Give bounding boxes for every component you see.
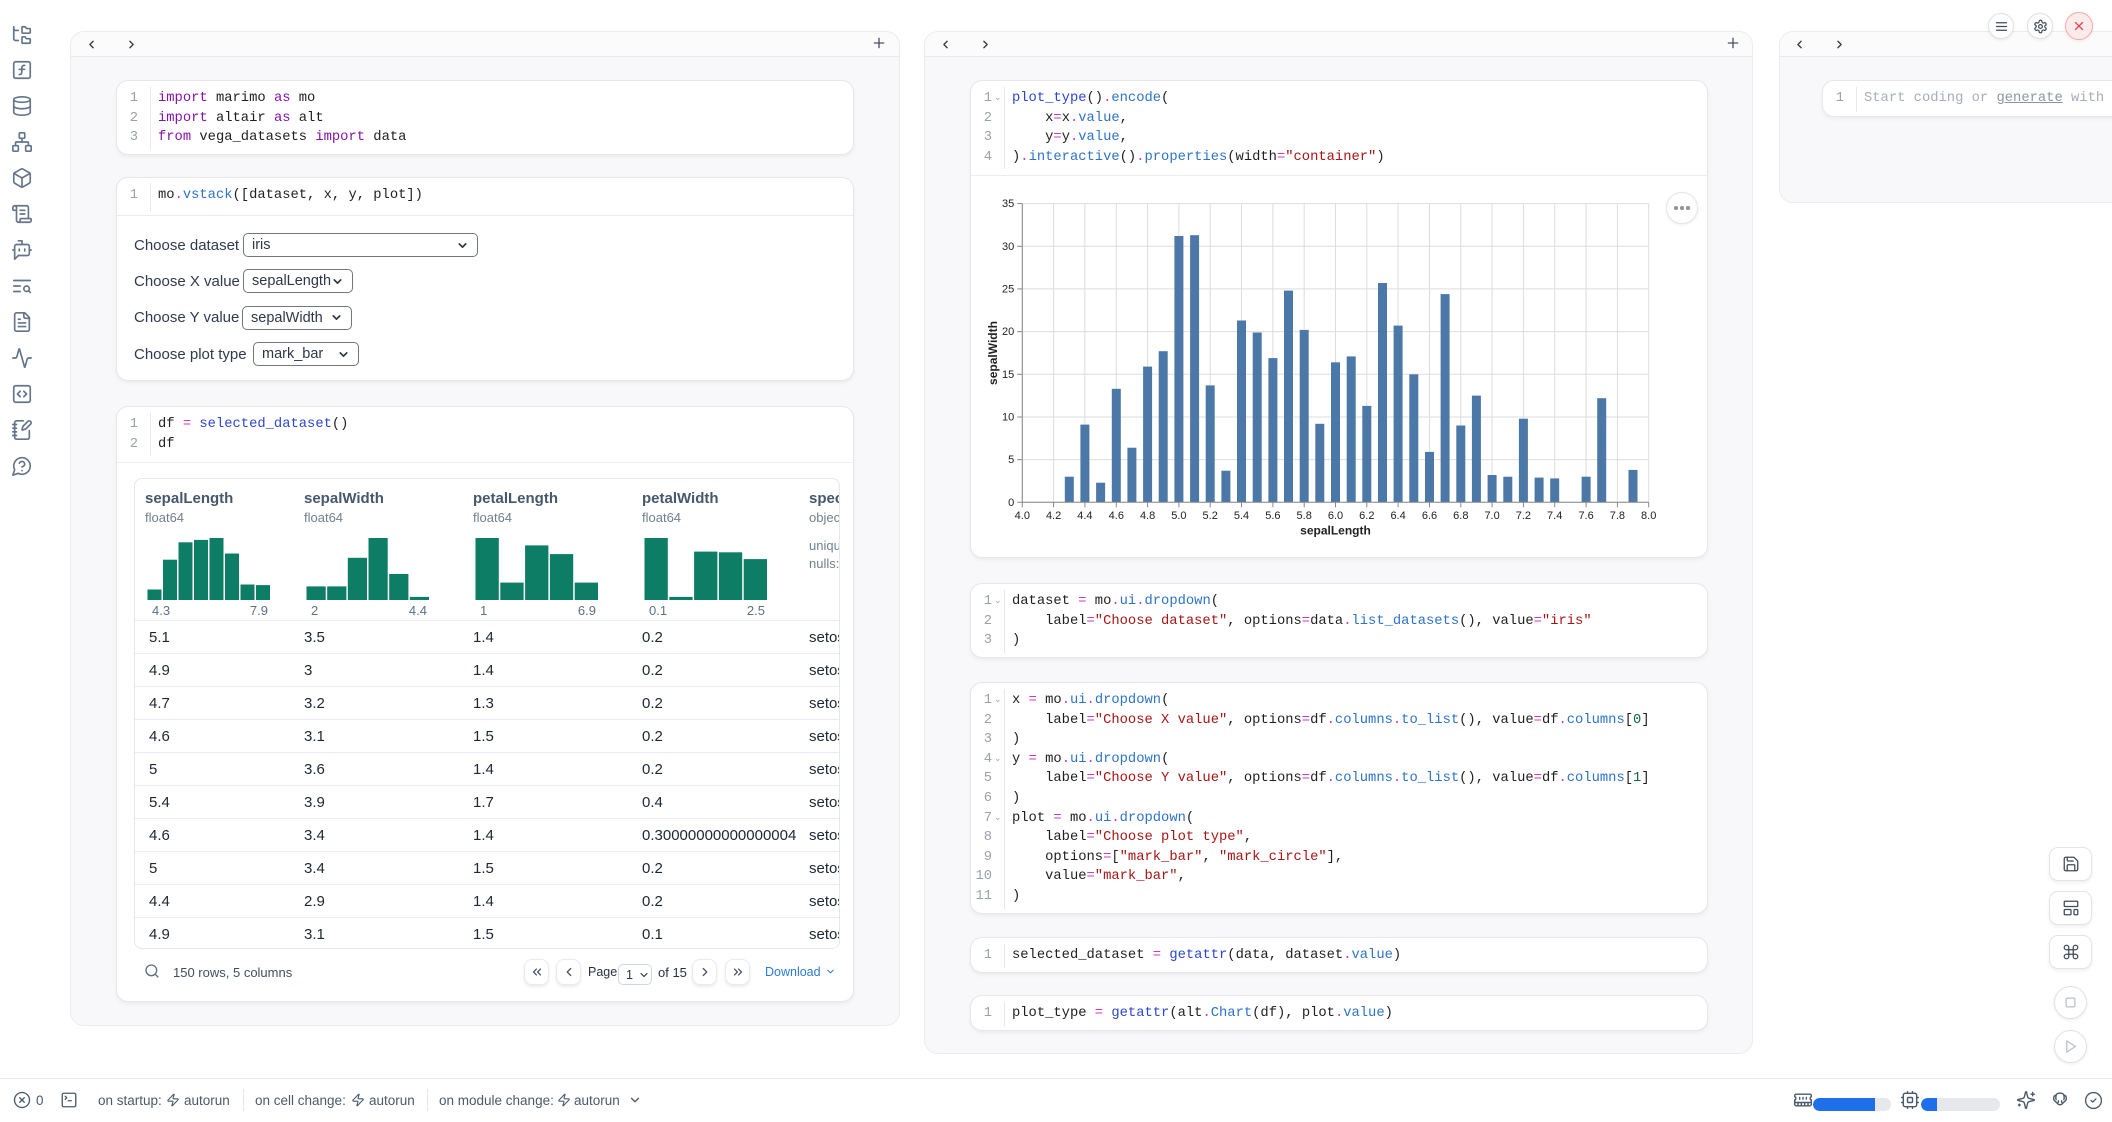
svg-text:5.6: 5.6: [1265, 510, 1280, 522]
svg-text:30: 30: [1002, 241, 1014, 253]
svg-text:15: 15: [1002, 369, 1014, 381]
svg-text:35: 35: [1002, 198, 1014, 210]
svg-text:5.8: 5.8: [1297, 510, 1312, 522]
svg-text:6.0: 6.0: [1328, 510, 1343, 522]
svg-text:6.2: 6.2: [1359, 510, 1374, 522]
svg-text:sepalWidth: sepalWidth: [986, 321, 1000, 385]
svg-text:7.2: 7.2: [1516, 510, 1531, 522]
svg-text:6.4: 6.4: [1390, 510, 1405, 522]
svg-text:7.8: 7.8: [1610, 510, 1625, 522]
svg-text:6.8: 6.8: [1453, 510, 1468, 522]
svg-text:7.0: 7.0: [1484, 510, 1499, 522]
svg-text:4.4: 4.4: [1077, 510, 1092, 522]
svg-text:20: 20: [1002, 326, 1014, 338]
svg-text:sepalLength: sepalLength: [1300, 523, 1371, 537]
svg-text:4.8: 4.8: [1140, 510, 1155, 522]
svg-text:4.6: 4.6: [1109, 510, 1124, 522]
svg-text:10: 10: [1002, 412, 1014, 424]
svg-text:25: 25: [1002, 283, 1014, 295]
svg-text:5.0: 5.0: [1171, 510, 1186, 522]
svg-text:5.4: 5.4: [1234, 510, 1249, 522]
svg-text:5: 5: [1008, 454, 1014, 466]
svg-text:7.4: 7.4: [1547, 510, 1562, 522]
svg-text:4.2: 4.2: [1046, 510, 1061, 522]
svg-text:7.6: 7.6: [1578, 510, 1593, 522]
svg-text:6.6: 6.6: [1422, 510, 1437, 522]
svg-text:4.0: 4.0: [1015, 510, 1030, 522]
svg-text:5.2: 5.2: [1203, 510, 1218, 522]
svg-text:0: 0: [1008, 497, 1014, 509]
svg-text:8.0: 8.0: [1641, 510, 1656, 522]
